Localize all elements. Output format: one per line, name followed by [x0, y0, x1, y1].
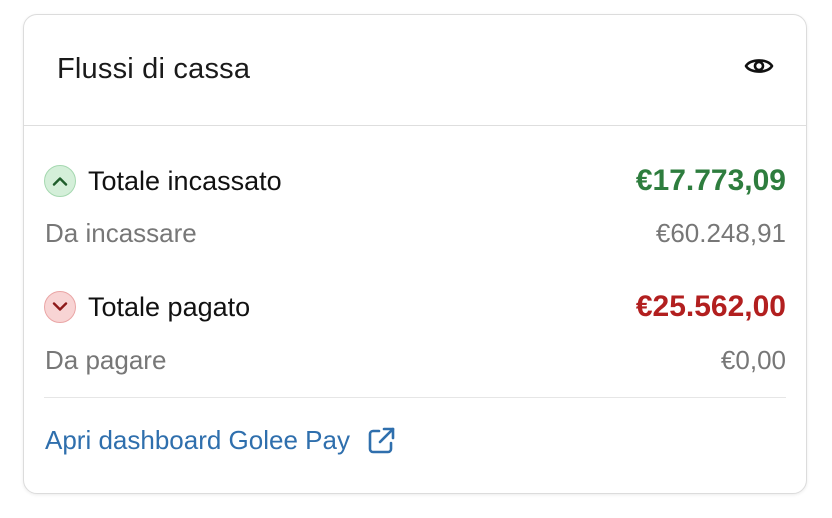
total-collected-value: €17.773,09: [635, 164, 786, 197]
card-header: Flussi di cassa: [24, 15, 806, 126]
cash-flow-card: Flussi di cassa Totale incassato €17.773…: [23, 14, 807, 494]
to-collect-row: Da incassare €60.248,91: [44, 218, 786, 249]
total-collected-row: Totale incassato €17.773,09: [44, 164, 786, 198]
divider: [44, 397, 786, 398]
open-golee-pay-dashboard-link[interactable]: Apri dashboard Golee Pay: [45, 425, 396, 456]
total-paid-label: Totale pagato: [88, 291, 251, 322]
external-link-icon[interactable]: [366, 426, 396, 456]
total-collected-label: Totale incassato: [88, 165, 282, 196]
chevron-down-icon: [44, 291, 76, 323]
eye-icon[interactable]: [742, 49, 776, 83]
link-label[interactable]: Apri dashboard Golee Pay: [45, 425, 350, 456]
to-pay-label: Da pagare: [45, 345, 167, 375]
total-paid-row: Totale pagato €25.562,00: [44, 290, 786, 324]
card-title: Flussi di cassa: [57, 53, 251, 85]
to-pay-value: €0,00: [720, 345, 786, 375]
chevron-up-icon: [44, 165, 76, 197]
to-collect-label: Da incassare: [45, 218, 197, 248]
total-paid-value: €25.562,00: [635, 290, 786, 323]
to-pay-row: Da pagare €0,00: [44, 345, 786, 376]
to-collect-value: €60.248,91: [655, 218, 786, 248]
